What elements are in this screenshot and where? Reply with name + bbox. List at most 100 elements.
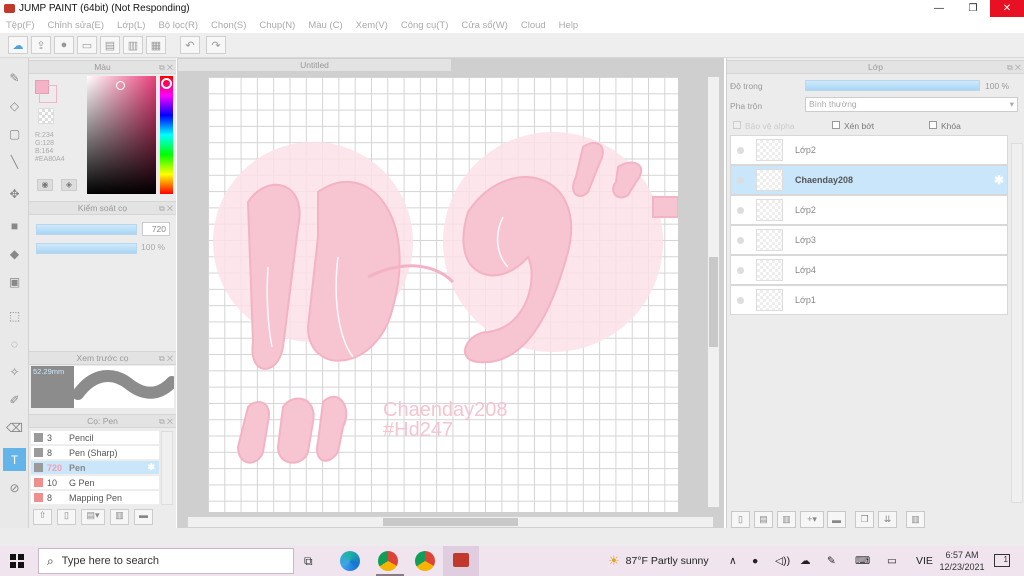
comment-icon[interactable]: ●	[54, 36, 74, 54]
secondary-color-swatch[interactable]	[39, 85, 57, 103]
gear-icon[interactable]: ✱	[994, 173, 1004, 187]
visibility-icon[interactable]	[737, 266, 744, 274]
brush-size-slider[interactable]	[36, 224, 137, 235]
visibility-icon[interactable]	[737, 176, 744, 184]
bucket-tool-icon[interactable]: ◆	[3, 242, 26, 265]
blend-mode-select[interactable]: Bình thường ▾	[805, 97, 1018, 112]
clipping-checkbox[interactable]	[832, 121, 840, 129]
clock[interactable]: 6:57 AM 12/23/2021	[938, 549, 986, 573]
magic-wand-tool-icon[interactable]: ✧	[3, 360, 26, 383]
color-palette-icon[interactable]: ◈	[61, 179, 77, 191]
page-icon[interactable]: ▤	[100, 36, 120, 54]
brush-menu-icon[interactable]: ▤▾	[81, 509, 105, 525]
layer-row[interactable]: Lớp4	[730, 255, 1008, 285]
chrome-icon[interactable]	[378, 551, 398, 571]
vertical-scroll-thumb[interactable]	[709, 257, 718, 347]
folder-icon[interactable]: ▬	[134, 509, 153, 525]
edge-browser-icon[interactable]	[340, 551, 360, 571]
horizontal-scrollbar[interactable]	[187, 516, 714, 528]
panel-close-icon[interactable]: ⧉ ✕	[159, 203, 173, 215]
panel-close-icon[interactable]: ⧉ ✕	[159, 416, 173, 428]
close-button[interactable]: ✕	[990, 0, 1024, 17]
marquee-tool-icon[interactable]: ⬚	[3, 304, 26, 327]
menu-file[interactable]: Tệp(F)	[6, 20, 35, 31]
menu-help[interactable]: Help	[559, 20, 579, 31]
gradient-tool-icon[interactable]: ▣	[3, 270, 26, 293]
fill-rect-tool-icon[interactable]: ■	[3, 214, 26, 237]
display-icon[interactable]: ▭	[887, 546, 897, 576]
visibility-icon[interactable]	[737, 146, 744, 154]
document-icon[interactable]: ▥	[123, 36, 143, 54]
duplicate-layer-icon[interactable]: ❐	[855, 511, 874, 528]
add-layer-menu-icon[interactable]: +▾	[800, 511, 824, 528]
menu-select[interactable]: Chọn(S)	[211, 20, 246, 31]
move-tool-icon[interactable]: ✥	[3, 182, 26, 205]
cloud-icon[interactable]: ☁	[8, 36, 28, 54]
select-rect-tool-icon[interactable]: ▢	[3, 122, 26, 145]
eraser-tool-icon[interactable]: ◇	[3, 94, 26, 117]
layer-row[interactable]: Lớp3	[730, 225, 1008, 255]
panel-close-icon[interactable]: ⧉ ✕	[1007, 62, 1021, 74]
chevron-up-icon[interactable]: ∧	[729, 546, 737, 576]
select-pen-tool-icon[interactable]: ✐	[3, 388, 26, 411]
transparent-color-swatch[interactable]	[38, 108, 54, 124]
menu-layer[interactable]: Lớp(L)	[117, 20, 145, 31]
layer-opacity-slider[interactable]	[805, 80, 980, 91]
taskbar-search-input[interactable]: ⌕ Type here to search	[38, 548, 294, 574]
brush-list-scrollbar[interactable]	[161, 431, 173, 505]
vertical-scrollbar[interactable]	[707, 76, 720, 508]
layer-row[interactable]: Lớp2	[730, 195, 1008, 225]
notification-icon[interactable]: 1	[994, 554, 1010, 567]
layer-row-selected[interactable]: Chaenday208 ✱	[730, 165, 1008, 195]
pen-tool-icon[interactable]: ╲	[3, 150, 26, 173]
layer-row[interactable]: Lớp1	[730, 285, 1008, 315]
gear-icon[interactable]: ✱	[147, 462, 155, 473]
menu-window[interactable]: Cửa sổ(W)	[461, 20, 507, 31]
brush-size-value[interactable]: 720	[142, 222, 170, 236]
maximize-button[interactable]: ❐	[956, 0, 990, 17]
protect-alpha-checkbox[interactable]	[733, 121, 741, 129]
message-icon[interactable]: ▭	[77, 36, 97, 54]
lasso-tool-icon[interactable]: ◌	[3, 332, 26, 355]
layer-list-scrollbar[interactable]	[1011, 143, 1023, 503]
speaker-icon[interactable]: ◁))	[775, 546, 790, 576]
minimize-button[interactable]: —	[922, 0, 956, 17]
layer-row[interactable]: Lớp2	[730, 135, 1008, 165]
merge-layer-icon[interactable]: ⇊	[878, 511, 897, 528]
color-saturation-picker[interactable]	[87, 76, 156, 194]
brush-item[interactable]: 8 Mapping Pen	[31, 491, 159, 505]
brush-item-selected[interactable]: 720 Pen ✱	[31, 461, 159, 475]
task-view-icon[interactable]: ⧉	[304, 554, 313, 569]
weather-widget[interactable]: ☀ 87°F Partly sunny	[608, 546, 709, 576]
brush-tool-icon[interactable]: ✎	[3, 66, 26, 89]
hue-slider-handle[interactable]	[161, 78, 172, 89]
hue-slider[interactable]	[160, 76, 173, 194]
select-eraser-tool-icon[interactable]: ⌫	[3, 416, 26, 439]
drawing-canvas[interactable]: Chaenday208 #Hd247	[208, 77, 678, 512]
visibility-icon[interactable]	[737, 206, 744, 214]
cloud-icon[interactable]: ☁	[800, 546, 811, 576]
cloud-upload-icon[interactable]: ⇧	[33, 509, 52, 525]
new-layer-icon[interactable]: ▯	[731, 511, 750, 528]
brush-settings-icon[interactable]: ▥	[110, 509, 129, 525]
folder-icon[interactable]: ▬	[827, 511, 846, 528]
windows-start-icon[interactable]	[10, 554, 24, 568]
panel-close-icon[interactable]: ⧉ ✕	[159, 353, 173, 365]
panel-close-icon[interactable]: ⧉ ✕	[159, 62, 173, 74]
trash-icon[interactable]: ▥	[906, 511, 925, 528]
pen-icon[interactable]: ✎	[827, 546, 836, 576]
language-indicator[interactable]: VIE	[916, 546, 933, 576]
brush-item[interactable]: 8 Pen (Sharp)	[31, 446, 159, 460]
menu-edit[interactable]: Chỉnh sửa(E)	[48, 20, 105, 31]
eyedropper-tool-icon[interactable]: ⊘	[3, 476, 26, 499]
lock-checkbox[interactable]	[929, 121, 937, 129]
keyboard-icon[interactable]: ⌨	[855, 546, 870, 576]
new-color-layer-icon[interactable]: ▥	[777, 511, 796, 528]
undo-icon[interactable]: ↶	[180, 36, 200, 54]
menu-color[interactable]: Màu (C)	[308, 20, 342, 31]
horizontal-scroll-thumb[interactable]	[383, 518, 518, 526]
menu-tools[interactable]: Công cụ(T)	[401, 20, 449, 31]
microphone-icon[interactable]: ●	[752, 546, 758, 576]
visibility-icon[interactable]	[737, 296, 744, 304]
document-tab[interactable]: Untitled	[177, 58, 452, 72]
